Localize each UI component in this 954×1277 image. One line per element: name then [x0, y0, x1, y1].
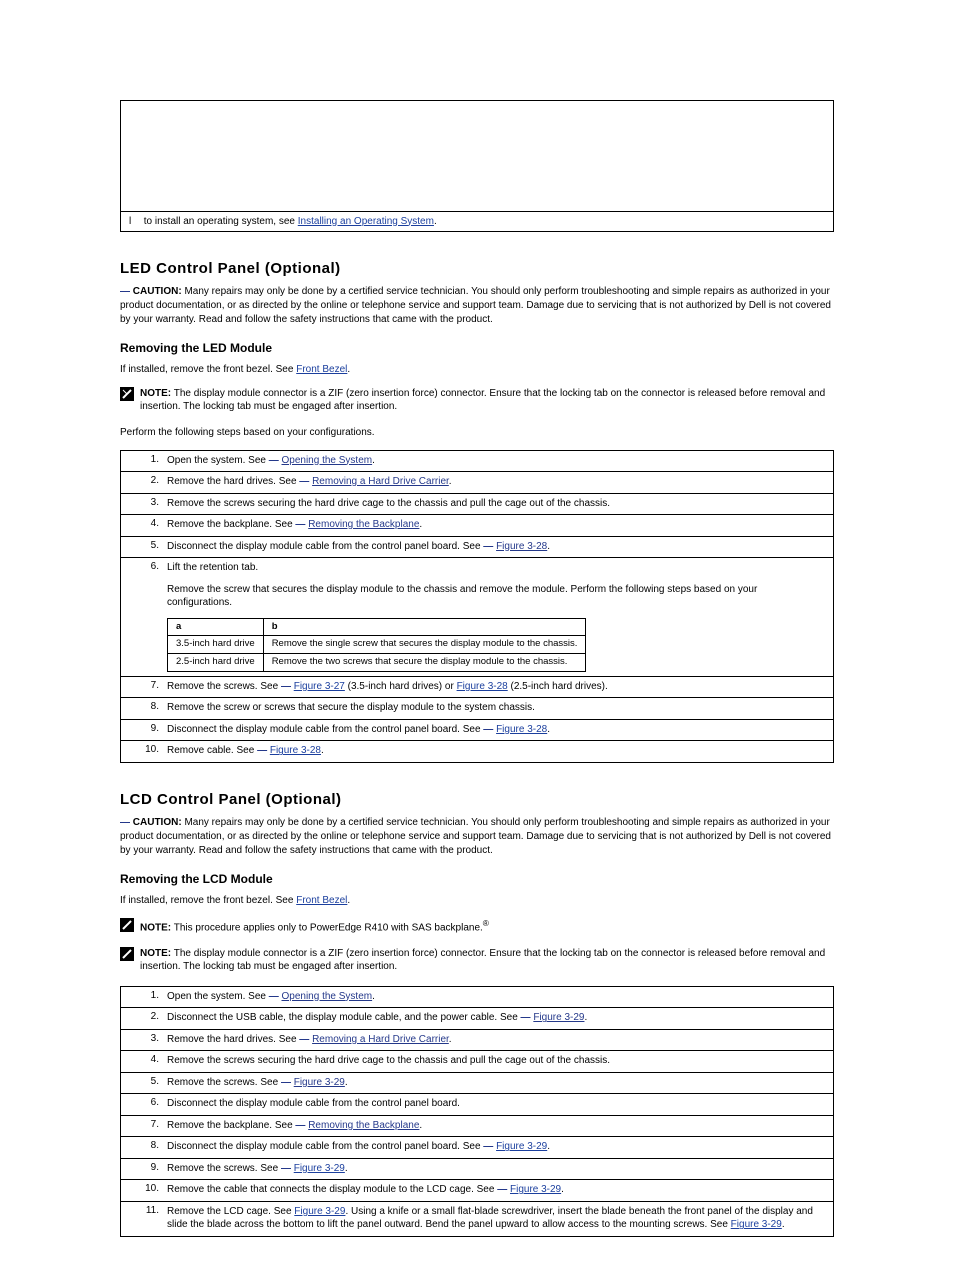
section-heading-lcd: LCD Control Panel (Optional): [120, 791, 834, 808]
caution-text-1: — CAUTION: Many repairs may only be done…: [120, 285, 834, 327]
link-fig-3-28-a[interactable]: Figure 3-28: [496, 541, 547, 552]
link-fig-3-27[interactable]: Figure 3-27: [294, 681, 345, 692]
link-fig-3-29-f[interactable]: Figure 3-29: [294, 1206, 345, 1217]
link-fig-3-28-d[interactable]: Figure 3-28: [270, 745, 321, 756]
link-install-os[interactable]: Installing an Operating System: [298, 216, 434, 227]
proc-table-2: 1.Open the system. See — Opening the Sys…: [120, 986, 834, 1237]
link-fig-3-29-a[interactable]: Figure 3-29: [533, 1012, 584, 1023]
link-fig-3-29-b[interactable]: Figure 3-29: [294, 1077, 345, 1088]
link-remove-backplane-2[interactable]: Removing the Backplane: [308, 1120, 419, 1131]
link-fig-3-29-c[interactable]: Figure 3-29: [496, 1141, 547, 1152]
link-fig-3-29-e[interactable]: Figure 3-29: [510, 1184, 561, 1195]
top-fragment-box: l to install an operating system, see In…: [120, 100, 834, 232]
link-fig-3-28-b[interactable]: Figure 3-28: [457, 681, 508, 692]
s1-post-note: Perform the following steps based on you…: [120, 426, 834, 440]
subsection-remove-lcd: Removing the LCD Module: [120, 872, 834, 886]
proc-table-1: 1.Open the system. See — Opening the Sys…: [120, 450, 834, 763]
note-icon: [120, 947, 134, 961]
caution-text-2: — CAUTION: Many repairs may only be done…: [120, 816, 834, 858]
note-1: NOTE: The display module connector is a …: [120, 387, 834, 414]
link-front-bezel-1[interactable]: Front Bezel: [296, 364, 347, 375]
link-remove-hd-carrier-2[interactable]: Removing a Hard Drive Carrier: [312, 1034, 449, 1045]
bullet: l: [129, 216, 141, 227]
subsection-remove-led: Removing the LED Module: [120, 341, 834, 355]
note-icon: [120, 918, 134, 932]
link-fig-3-28-c[interactable]: Figure 3-28: [496, 724, 547, 735]
link-opening-system-1[interactable]: Opening the System: [282, 455, 373, 466]
section-heading-led: LED Control Panel (Optional): [120, 260, 834, 277]
s1-intro: If installed, remove the front bezel. Se…: [120, 363, 834, 377]
note-2b: NOTE: The display module connector is a …: [120, 947, 834, 974]
link-remove-hd-carrier-1[interactable]: Removing a Hard Drive Carrier: [312, 476, 449, 487]
link-fig-3-29-d[interactable]: Figure 3-29: [294, 1163, 345, 1174]
inner-config-table: ab 3.5-inch hard driveRemove the single …: [167, 618, 586, 672]
link-front-bezel-2[interactable]: Front Bezel: [296, 895, 347, 906]
link-opening-system-2[interactable]: Opening the System: [282, 991, 373, 1002]
note-icon: [120, 387, 134, 401]
note-2a: NOTE: This procedure applies only to Pow…: [120, 918, 834, 935]
s2-intro: If installed, remove the front bezel. Se…: [120, 894, 834, 908]
registered-symbol: ®: [483, 918, 489, 928]
link-fig-3-29-g[interactable]: Figure 3-29: [731, 1219, 782, 1230]
top-fragment-text: to install an operating system, see: [144, 216, 295, 227]
link-remove-backplane-1[interactable]: Removing the Backplane: [308, 519, 419, 530]
